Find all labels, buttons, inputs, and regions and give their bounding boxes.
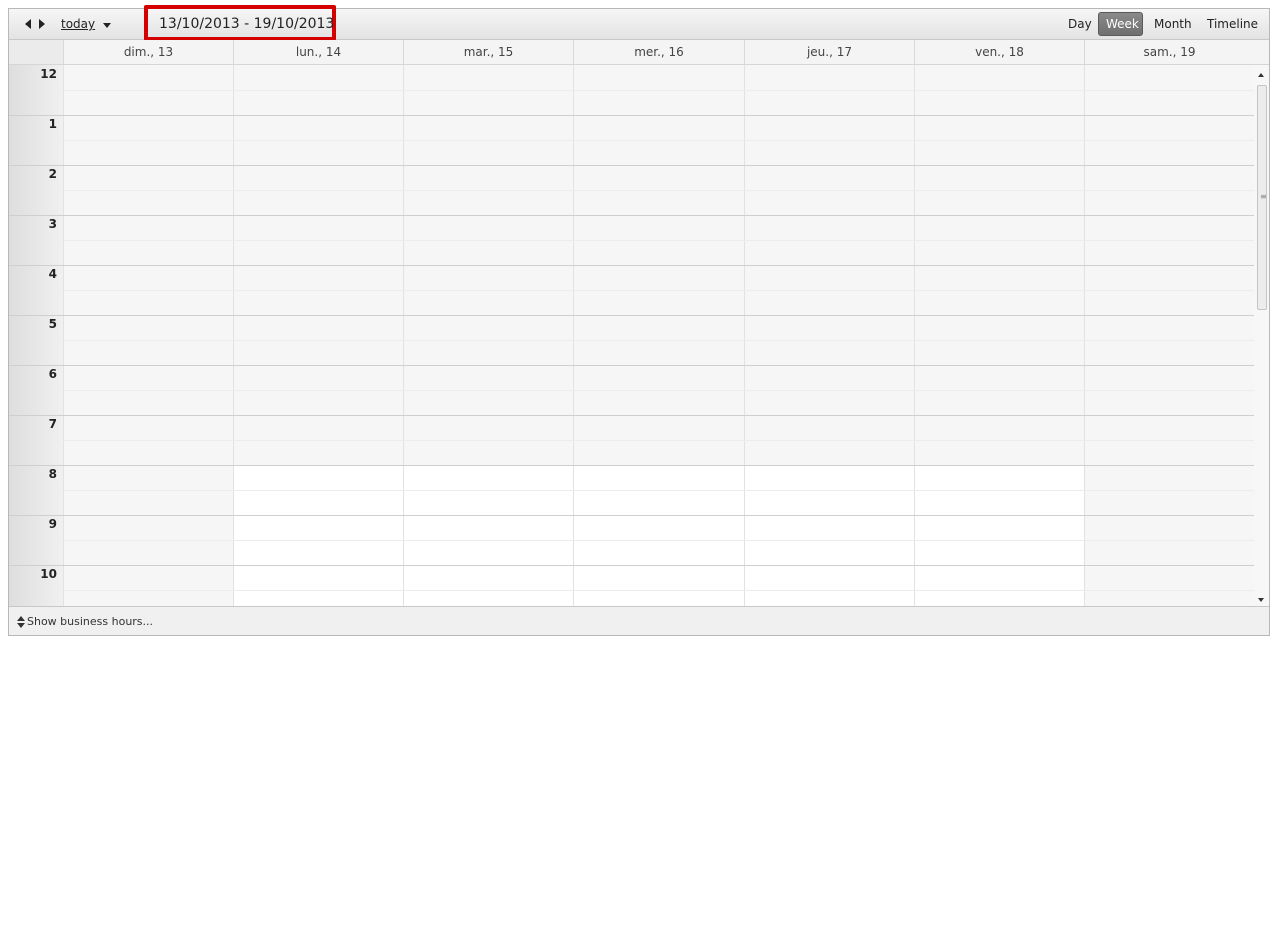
day-header[interactable]: jeu., 17 [744,40,914,64]
hour-label: 4 [48,267,57,281]
time-gutter-line [9,515,63,516]
half-hour-gridline [63,540,1254,541]
toolbar: today 13/10/2013 - 19/10/2013 Day Week M… [9,5,1269,41]
date-picker-dropdown-icon[interactable] [103,23,111,28]
hour-label: 12 [40,67,57,81]
time-grid[interactable] [63,65,1254,606]
today-link[interactable]: today [61,17,95,31]
day-header[interactable]: ven., 18 [914,40,1084,64]
time-gutter-line [9,115,63,116]
hour-gridline [63,115,1254,116]
hour-gridline [63,565,1254,566]
day-column[interactable] [744,65,914,606]
date-range-display: 13/10/2013 - 19/10/2013 [144,5,336,41]
time-gutter-line [9,215,63,216]
half-hour-gridline [63,90,1254,91]
view-button-month[interactable]: Month [1147,12,1199,36]
vertical-scrollbar[interactable]: ≡ [1254,65,1269,606]
footer: Show business hours... [9,606,1269,635]
day-column[interactable] [403,65,573,606]
day-headers: dim., 13 lun., 14 mar., 15 mer., 16 jeu.… [9,40,1269,65]
half-hour-gridline [63,340,1254,341]
time-header-corner [9,40,63,64]
scheduler: today 13/10/2013 - 19/10/2013 Day Week M… [8,5,1270,636]
hour-gridline [63,415,1254,416]
time-gutter-line [9,365,63,366]
hour-label: 2 [48,167,57,181]
day-column[interactable] [914,65,1084,606]
half-hour-gridline [63,190,1254,191]
hour-gridline [63,465,1254,466]
time-gutter-line [9,465,63,466]
day-column[interactable] [1084,65,1254,606]
hour-gridline [63,215,1254,216]
day-header[interactable]: mer., 16 [573,40,744,64]
half-hour-gridline [63,590,1254,591]
next-arrow-icon[interactable] [39,19,45,29]
time-grid-area: 12 1 2 3 4 5 6 7 8 9 10 ≡ [9,65,1269,606]
hour-label: 6 [48,367,57,381]
time-column: 12 1 2 3 4 5 6 7 8 9 10 [9,65,63,606]
half-hour-gridline [63,390,1254,391]
half-hour-gridline [63,490,1254,491]
half-hour-gridline [63,290,1254,291]
half-hour-gridline [63,240,1254,241]
hour-label: 9 [48,517,57,531]
hour-label: 8 [48,467,57,481]
view-button-day[interactable]: Day [1061,12,1099,36]
hour-label: 3 [48,217,57,231]
day-header[interactable]: lun., 14 [233,40,403,64]
half-hour-gridline [63,140,1254,141]
expand-collapse-icon [17,616,25,628]
scroll-down-icon[interactable] [1258,598,1264,602]
scrollbar-thumb[interactable]: ≡ [1257,85,1267,310]
day-header[interactable]: mar., 15 [403,40,573,64]
day-column[interactable] [573,65,744,606]
hour-gridline [63,165,1254,166]
time-gutter-line [9,565,63,566]
view-button-timeline[interactable]: Timeline [1200,12,1265,36]
hour-gridline [63,365,1254,366]
hour-gridline [63,315,1254,316]
time-gutter-line [9,315,63,316]
half-hour-gridline [63,440,1254,441]
day-header[interactable]: dim., 13 [63,40,233,64]
time-gutter-line [9,415,63,416]
date-range-label: 13/10/2013 - 19/10/2013 [159,16,335,32]
hour-label: 10 [40,567,57,581]
view-button-week[interactable]: Week [1098,12,1143,36]
time-gutter-line [9,265,63,266]
hour-label: 1 [48,117,57,131]
grip-icon: ≡ [1260,192,1267,201]
hour-label: 5 [48,317,57,331]
day-column[interactable] [233,65,403,606]
day-column[interactable] [63,65,233,606]
show-business-hours-label: Show business hours... [27,615,154,628]
hour-gridline [63,515,1254,516]
time-gutter-line [9,165,63,166]
hour-gridline [63,265,1254,266]
previous-arrow-icon[interactable] [25,19,31,29]
hour-label: 7 [48,417,57,431]
day-header[interactable]: sam., 19 [1084,40,1254,64]
scroll-up-icon[interactable] [1258,73,1264,77]
